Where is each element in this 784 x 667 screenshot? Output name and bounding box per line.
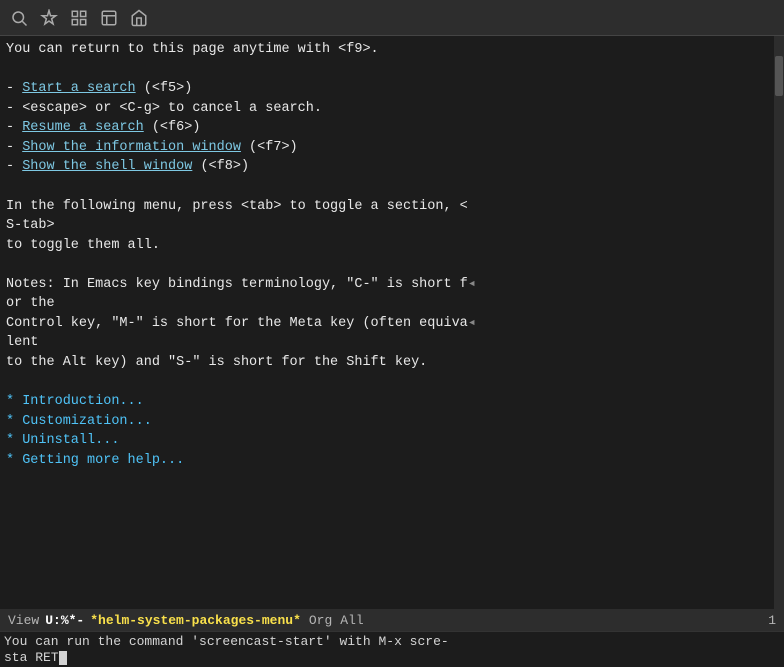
status-view: View <box>4 613 43 628</box>
line-empty-3 <box>6 255 768 275</box>
minibuffer-line1: You can run the command 'screencast-star… <box>4 634 780 649</box>
line-s-tab: S-tab> <box>6 216 768 236</box>
minibuffer: You can run the command 'screencast-star… <box>0 631 784 667</box>
minibuffer-line2: sta RET <box>4 650 780 665</box>
line-1: You can return to this page anytime with… <box>6 40 768 60</box>
scrollbar[interactable] <box>774 36 784 609</box>
status-num: 1 <box>764 613 780 628</box>
line-notes-1: Notes: In Emacs key bindings terminology… <box>6 275 768 295</box>
shell-window-link[interactable]: Show the shell window <box>22 159 192 174</box>
home-icon[interactable] <box>128 7 150 29</box>
bookmark-icon[interactable] <box>98 7 120 29</box>
app-container: You can return to this page anytime with… <box>0 0 784 667</box>
status-buffer: *helm-system-packages-menu* <box>86 613 305 628</box>
line-empty-2 <box>6 177 768 197</box>
line-empty-4 <box>6 373 768 393</box>
line-notes-5: to the Alt key) and "S-" is short for th… <box>6 353 768 373</box>
status-bar: View U:%*- *helm-system-packages-menu* O… <box>0 609 784 631</box>
status-all: All <box>336 613 367 628</box>
cursor <box>59 651 67 665</box>
scrollbar-thumb[interactable] <box>775 56 783 96</box>
line-following-menu: In the following menu, press <tab> to to… <box>6 197 768 217</box>
magic-icon[interactable] <box>38 7 60 29</box>
line-escape: - <escape> or <C-g> to cancel a search. <box>6 99 768 119</box>
line-start-search: - Start a search (<f5>) <box>6 79 768 99</box>
info-window-link[interactable]: Show the information window <box>22 140 241 155</box>
start-search-link[interactable]: Start a search <box>22 81 135 96</box>
status-org: Org <box>305 613 336 628</box>
line-shell-window: - Show the shell window (<f8>) <box>6 157 768 177</box>
toolbar <box>0 0 784 36</box>
line-introduction: * Introduction... <box>6 392 768 412</box>
resume-search-link[interactable]: Resume a search <box>22 120 144 135</box>
text-area[interactable]: You can return to this page anytime with… <box>0 36 774 609</box>
line-more-help: * Getting more help... <box>6 451 768 471</box>
find-icon[interactable] <box>68 7 90 29</box>
line-uninstall: * Uninstall... <box>6 431 768 451</box>
line-toggle-all: to toggle them all. <box>6 236 768 256</box>
main-content: You can return to this page anytime with… <box>0 36 784 609</box>
line-customization: * Customization... <box>6 412 768 432</box>
line-notes-2: or the <box>6 294 768 314</box>
line-info-window: - Show the information window (<f7>) <box>6 138 768 158</box>
line-notes-4: lent <box>6 333 768 353</box>
line-2 <box>6 60 768 80</box>
line-resume-search: - Resume a search (<f6>) <box>6 118 768 138</box>
line-notes-3: Control key, "M-" is short for the Meta … <box>6 314 768 334</box>
search-icon[interactable] <box>8 7 30 29</box>
status-mode: U:%*- <box>43 613 86 628</box>
